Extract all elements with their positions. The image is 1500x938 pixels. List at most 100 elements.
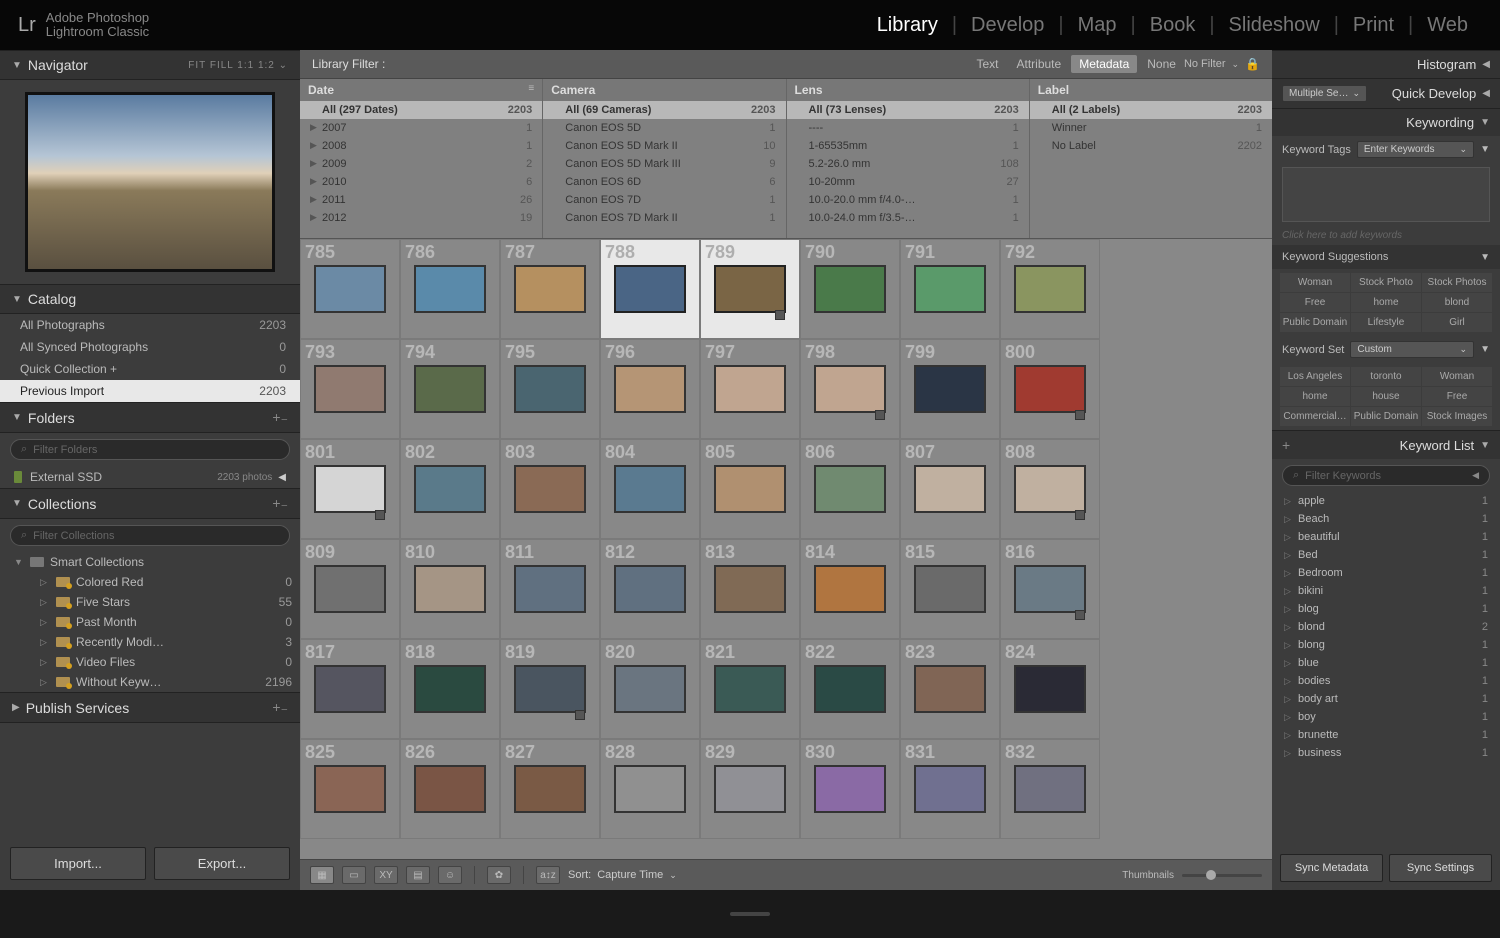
- sync-metadata-button[interactable]: Sync Metadata: [1280, 854, 1383, 882]
- metadata-row[interactable]: 10.0-24.0 mm f/3.5-…1: [787, 209, 1029, 227]
- keywords-hint[interactable]: Click here to add keywords: [1272, 226, 1500, 245]
- thumbnail-cell[interactable]: 819: [500, 639, 600, 739]
- add-publish-icon[interactable]: +₋: [272, 699, 288, 716]
- keyword-chip[interactable]: Stock Photo: [1351, 273, 1421, 292]
- thumbnail-cell[interactable]: 832: [1000, 739, 1100, 839]
- thumbnail-cell[interactable]: 811: [500, 539, 600, 639]
- keywording-header[interactable]: Keywording ▼: [1272, 108, 1500, 136]
- metadata-row[interactable]: Canon EOS 5D Mark II10: [543, 137, 785, 155]
- keyword-list-item[interactable]: ▷blue1: [1272, 654, 1500, 672]
- loupe-view-icon[interactable]: ▭: [342, 866, 366, 884]
- metadata-row[interactable]: 1-65535mm1: [787, 137, 1029, 155]
- thumbnail-cell[interactable]: 804: [600, 439, 700, 539]
- collection-item[interactable]: ▷Recently Modi…3: [0, 632, 300, 652]
- metadata-row[interactable]: Winner1: [1030, 119, 1272, 137]
- metadata-column-header[interactable]: Lens: [787, 79, 1029, 101]
- keyword-chip[interactable]: Free: [1422, 387, 1492, 406]
- volume-row[interactable]: External SSD 2203 photos ◀: [0, 466, 300, 488]
- keyword-chip[interactable]: Woman: [1280, 273, 1350, 292]
- metadata-row[interactable]: ▶201219: [300, 209, 542, 227]
- metadata-all-row[interactable]: All (2 Labels)2203: [1030, 101, 1272, 119]
- column-menu-icon[interactable]: ≡: [528, 83, 534, 97]
- navigator-preview[interactable]: [0, 80, 300, 284]
- thumbnail-cell[interactable]: 810: [400, 539, 500, 639]
- survey-view-icon[interactable]: ▤: [406, 866, 430, 884]
- keyword-list-item[interactable]: ▷Bed1: [1272, 546, 1500, 564]
- keywords-textarea[interactable]: [1282, 167, 1490, 222]
- module-tab-book[interactable]: Book: [1136, 14, 1210, 37]
- keyword-list-item[interactable]: ▷blond2: [1272, 618, 1500, 636]
- thumbnail-size-slider[interactable]: [1182, 874, 1262, 877]
- thumbnail-cell[interactable]: 802: [400, 439, 500, 539]
- thumbnail-cell[interactable]: 821: [700, 639, 800, 739]
- add-keyword-icon[interactable]: +: [1282, 437, 1290, 453]
- metadata-row[interactable]: 10.0-20.0 mm f/4.0-…1: [787, 191, 1029, 209]
- metadata-row[interactable]: Canon EOS 7D Mark II1: [543, 209, 785, 227]
- keyword-list-item[interactable]: ▷bodies1: [1272, 672, 1500, 690]
- publish-header[interactable]: ▶ Publish Services +₋: [0, 692, 300, 723]
- thumbnail-cell[interactable]: 830: [800, 739, 900, 839]
- add-folder-icon[interactable]: +₋: [272, 409, 288, 426]
- keyword-chip[interactable]: Free: [1280, 293, 1350, 312]
- keyword-list-item[interactable]: ▷blong1: [1272, 636, 1500, 654]
- thumbnail-cell[interactable]: 820: [600, 639, 700, 739]
- keyword-list-item[interactable]: ▷Bedroom1: [1272, 564, 1500, 582]
- thumbnail-cell[interactable]: 791: [900, 239, 1000, 339]
- module-tab-develop[interactable]: Develop: [957, 14, 1058, 37]
- metadata-row[interactable]: ----1: [787, 119, 1029, 137]
- thumbnail-cell[interactable]: 822: [800, 639, 900, 739]
- metadata-row[interactable]: No Label2202: [1030, 137, 1272, 155]
- thumbnail-cell[interactable]: 794: [400, 339, 500, 439]
- thumbnail-cell[interactable]: 825: [300, 739, 400, 839]
- keyword-list-item[interactable]: ▷bikini1: [1272, 582, 1500, 600]
- keyword-chip[interactable]: Lifestyle: [1351, 313, 1421, 332]
- thumbnail-cell[interactable]: 789: [700, 239, 800, 339]
- thumbnail-cell[interactable]: 787: [500, 239, 600, 339]
- thumbnail-cell[interactable]: 818: [400, 639, 500, 739]
- people-view-icon[interactable]: ☺: [438, 866, 462, 884]
- sort-direction-icon[interactable]: a↕z: [536, 866, 560, 884]
- metadata-row[interactable]: ▶20106: [300, 173, 542, 191]
- quick-develop-selector[interactable]: Multiple Se…⌄: [1282, 85, 1367, 102]
- keyword-chip[interactable]: Public Domain: [1351, 407, 1421, 426]
- disclosure-triangle-icon[interactable]: ▼: [1480, 144, 1490, 155]
- keyword-list-item[interactable]: ▷Beach1: [1272, 510, 1500, 528]
- catalog-item[interactable]: Previous Import2203: [0, 380, 300, 402]
- thumbnail-cell[interactable]: 813: [700, 539, 800, 639]
- thumbnail-cell[interactable]: 814: [800, 539, 900, 639]
- metadata-row[interactable]: Canon EOS 5D Mark III9: [543, 155, 785, 173]
- metadata-row[interactable]: ▶201126: [300, 191, 542, 209]
- thumbnail-cell[interactable]: 831: [900, 739, 1000, 839]
- keyword-list-item[interactable]: ▷brunette1: [1272, 726, 1500, 744]
- keyword-chip[interactable]: Commercial…: [1280, 407, 1350, 426]
- metadata-row[interactable]: Canon EOS 5D1: [543, 119, 785, 137]
- metadata-row[interactable]: 10-20mm27: [787, 173, 1029, 191]
- disclosure-triangle-icon[interactable]: ▼: [1480, 252, 1490, 263]
- smart-collections-folder[interactable]: ▼ Smart Collections: [0, 552, 300, 572]
- filter-tab-text[interactable]: Text: [968, 55, 1006, 73]
- thumbnail-cell[interactable]: 817: [300, 639, 400, 739]
- thumbnail-cell[interactable]: 795: [500, 339, 600, 439]
- keyword-list-header[interactable]: + Keyword List ▼: [1272, 430, 1500, 459]
- filmstrip-handle[interactable]: [0, 890, 1500, 938]
- thumbnail-cell[interactable]: 829: [700, 739, 800, 839]
- thumbnail-cell[interactable]: 793: [300, 339, 400, 439]
- keyword-list-item[interactable]: ▷blog1: [1272, 600, 1500, 618]
- thumbnail-cell[interactable]: 799: [900, 339, 1000, 439]
- keyword-chip[interactable]: house: [1351, 387, 1421, 406]
- metadata-column-header[interactable]: Camera: [543, 79, 785, 101]
- thumbnail-grid[interactable]: 7857867877887897907917927937947957967977…: [300, 239, 1272, 859]
- thumbnail-cell[interactable]: 788: [600, 239, 700, 339]
- navigator-zoom-options[interactable]: FIT FILL 1:1 1:2 ⌄: [188, 60, 288, 71]
- thumbnail-cell[interactable]: 796: [600, 339, 700, 439]
- thumbnail-cell[interactable]: 824: [1000, 639, 1100, 739]
- metadata-row[interactable]: ▶20071: [300, 119, 542, 137]
- thumbnail-cell[interactable]: 805: [700, 439, 800, 539]
- catalog-item[interactable]: All Synced Photographs0: [0, 336, 300, 358]
- quick-develop-header[interactable]: Multiple Se…⌄ Quick Develop ◀: [1272, 78, 1500, 108]
- keyword-list-item[interactable]: ▷boy1: [1272, 708, 1500, 726]
- filter-tab-none[interactable]: None: [1139, 55, 1184, 73]
- histogram-header[interactable]: Histogram ◀: [1272, 50, 1500, 78]
- thumbnail-cell[interactable]: 828: [600, 739, 700, 839]
- disclosure-triangle-icon[interactable]: ▼: [1480, 344, 1490, 355]
